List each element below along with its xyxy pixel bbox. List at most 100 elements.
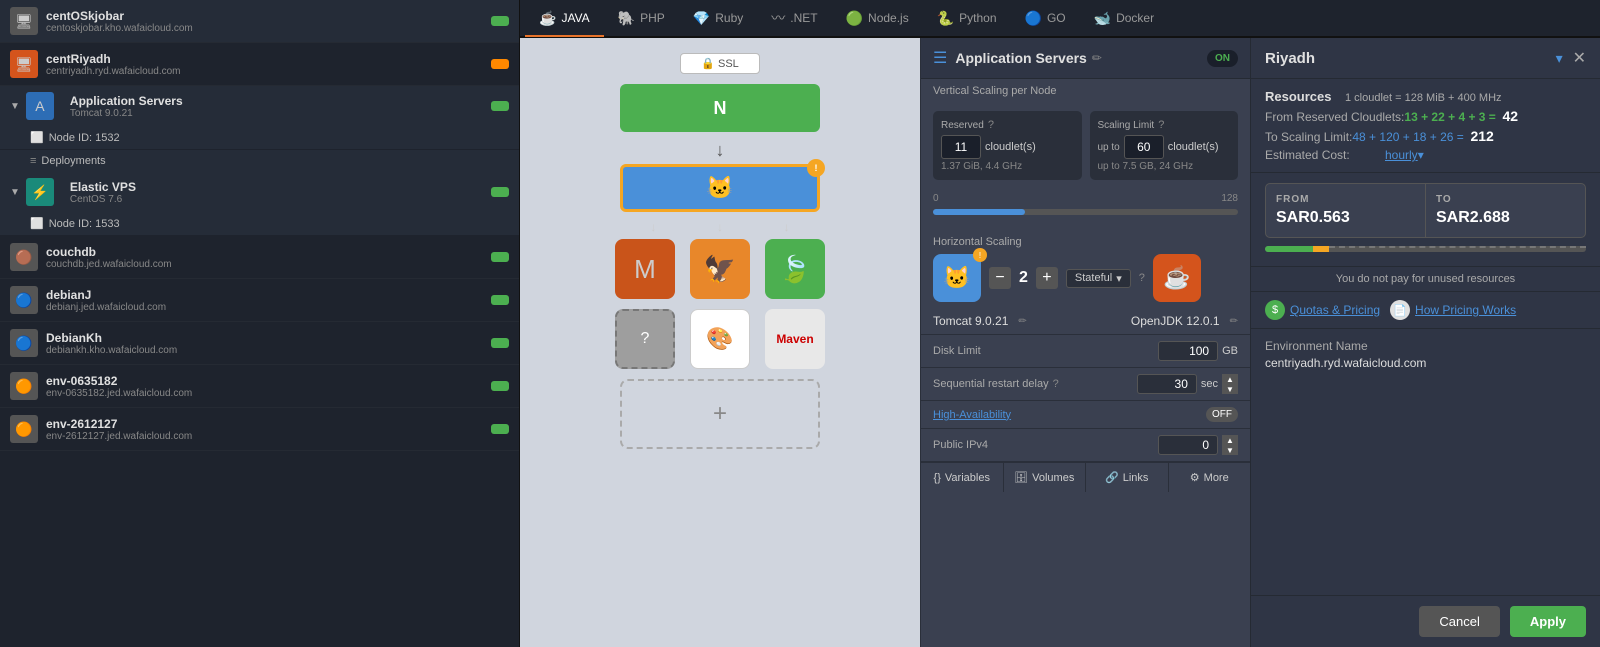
- decrement-button[interactable]: −: [989, 267, 1011, 289]
- how-pricing-link[interactable]: 📄 How Pricing Works: [1390, 300, 1516, 320]
- seq-up[interactable]: ▲: [1222, 374, 1238, 384]
- price-bar-yellow: [1313, 246, 1329, 252]
- tomcat-node[interactable]: 🐱 !: [620, 164, 820, 212]
- seq-restart-input[interactable]: [1137, 374, 1197, 394]
- variables-tab[interactable]: {} Variables: [921, 463, 1004, 492]
- stateful-dropdown[interactable]: Stateful ▾: [1066, 269, 1131, 288]
- config-panel: ☰ Application Servers ✏ ON Vertical Scal…: [920, 38, 1250, 647]
- dropdown-icon[interactable]: ▾: [1556, 50, 1563, 67]
- apply-button[interactable]: Apply: [1510, 606, 1586, 637]
- links-tab[interactable]: 🔗 Links: [1086, 463, 1169, 492]
- tab-dotnet[interactable]: 〰 .NET: [757, 0, 831, 38]
- tomcat-edit-icon[interactable]: ✏: [1018, 316, 1026, 327]
- edit-icon[interactable]: ✏: [1092, 51, 1102, 65]
- tab-python[interactable]: 🐍 Python: [923, 2, 1011, 37]
- node-id-1532-item[interactable]: ⬜ Node ID: 1532: [0, 126, 519, 150]
- tab-php[interactable]: 🐘 PHP: [604, 2, 679, 37]
- reserved-label: Reserved ?: [941, 119, 1074, 131]
- tab-ruby[interactable]: 💎 Ruby: [679, 2, 757, 37]
- scaling-limit-box: Scaling Limit ? up to cloudlet(s) up to …: [1090, 111, 1239, 180]
- ipv4-down[interactable]: ▼: [1222, 445, 1238, 455]
- tab-nodejs[interactable]: 🟢 Node.js: [832, 2, 923, 37]
- unused-note: You do not pay for unused resources: [1251, 267, 1600, 292]
- tab-java[interactable]: ☕ JAVA: [525, 2, 604, 37]
- deployments-icon: ≡: [30, 155, 36, 167]
- couchdb-domain: couchdb.jed.wafaicloud.com: [46, 259, 172, 270]
- config-header-icon: ☰: [933, 48, 947, 68]
- sidebar-item-couchdb[interactable]: 🟤 couchdb couchdb.jed.wafaicloud.com: [0, 236, 519, 279]
- ipv4-input[interactable]: [1158, 435, 1218, 455]
- python-icon: 🐍: [937, 10, 954, 27]
- app-servers-header[interactable]: ▼ A Application Servers Tomcat 9.0.21: [0, 86, 519, 126]
- mariadb-node[interactable]: M: [615, 239, 675, 299]
- glassfish-node[interactable]: 🦅: [690, 239, 750, 299]
- scaling-limit-value-row: up to cloudlet(s): [1098, 135, 1231, 159]
- software-row: Tomcat 9.0.21 ✏ OpenJDK 12.0.1 ✏: [921, 308, 1250, 335]
- sidebar-item-centriyadh[interactable]: 🖥 centRiyadh centriyadh.ryd.wafaicloud.c…: [0, 43, 519, 86]
- more-tab[interactable]: ⚙ More: [1169, 463, 1251, 492]
- sidebar-item-debiankh[interactable]: 🔵 DebianKh debiankh.kho.wafaicloud.com: [0, 322, 519, 365]
- from-reserved-math-text: 13 + 22 + 4 + 3 =: [1404, 110, 1495, 124]
- increment-button[interactable]: +: [1036, 267, 1058, 289]
- couchdb-name: couchdb: [46, 245, 172, 259]
- disk-limit-input[interactable]: [1158, 341, 1218, 361]
- add-node-maven[interactable]: Maven: [765, 309, 825, 369]
- sidebar-item-centoskjobar[interactable]: 🖥 centOSkjobar centoskjobar.kho.wafaiclo…: [0, 0, 519, 43]
- ha-label: High-Availability: [933, 409, 1206, 421]
- nginx-node[interactable]: N: [620, 84, 820, 132]
- price-section: FROM SAR0.563 TO SAR2.688: [1251, 173, 1600, 267]
- openjdk-edit-icon[interactable]: ✏: [1230, 316, 1238, 327]
- config-toggle[interactable]: ON: [1207, 50, 1238, 67]
- env-name-label: Environment Name: [1265, 339, 1586, 353]
- scaling-help-icon[interactable]: ?: [1158, 119, 1164, 131]
- cancel-button[interactable]: Cancel: [1419, 606, 1499, 637]
- slider-track[interactable]: [933, 209, 1238, 215]
- est-cost-period[interactable]: hourly: [1385, 148, 1418, 162]
- node-id-1533-item[interactable]: ⬜ Node ID: 1533: [0, 212, 519, 236]
- tab-go[interactable]: 🔵 GO: [1011, 2, 1080, 37]
- debianj-icon: 🔵: [10, 286, 38, 314]
- sidebar-name-centriyadh: centRiyadh: [46, 52, 181, 66]
- tab-docker-label: Docker: [1116, 11, 1154, 25]
- sidebar-item-env0635182[interactable]: 🟠 env-0635182 env-0635182.jed.wafaicloud…: [0, 365, 519, 408]
- seq-restart-row: Sequential restart delay ? sec ▲ ▼: [921, 368, 1250, 401]
- mongo-node[interactable]: 🍃: [765, 239, 825, 299]
- scaling-limit-input[interactable]: [1124, 135, 1164, 159]
- mongo-icon: 🍃: [779, 254, 811, 285]
- slider-fill: [933, 209, 1025, 215]
- seq-help-icon[interactable]: ?: [1053, 378, 1059, 390]
- java-icon: ☕: [539, 10, 556, 27]
- debiankh-icon: 🔵: [10, 329, 38, 357]
- nginx-icon: N: [702, 90, 738, 126]
- add-node-2[interactable]: 🎨: [690, 309, 750, 369]
- dropdown-arrow-est[interactable]: ▾: [1418, 148, 1424, 162]
- sidebar-item-env2612127[interactable]: 🟠 env-2612127 env-2612127.jed.wafaicloud…: [0, 408, 519, 451]
- close-button[interactable]: ✕: [1573, 48, 1586, 68]
- ipv4-stepper[interactable]: ▲ ▼: [1222, 435, 1238, 455]
- scaling-limit-label: Scaling Limit ?: [1098, 119, 1231, 131]
- quotas-label: Quotas & Pricing: [1290, 303, 1380, 317]
- volumes-tab[interactable]: 🗄 Volumes: [1004, 463, 1087, 492]
- deployments-item[interactable]: ≡ Deployments: [0, 150, 519, 172]
- quotas-pricing-link[interactable]: $ Quotas & Pricing: [1265, 300, 1380, 320]
- reserved-help-icon[interactable]: ?: [988, 119, 994, 131]
- ha-toggle[interactable]: OFF: [1206, 407, 1238, 422]
- ha-link[interactable]: High-Availability: [933, 409, 1011, 421]
- seq-stepper[interactable]: ▲ ▼: [1222, 374, 1238, 394]
- tab-docker[interactable]: 🐋 Docker: [1080, 2, 1168, 37]
- add-empty-node[interactable]: +: [620, 379, 820, 449]
- ipv4-up[interactable]: ▲: [1222, 435, 1238, 445]
- to-price-label: TO: [1436, 194, 1575, 205]
- add-node-1[interactable]: ?: [615, 309, 675, 369]
- stateful-help-icon[interactable]: ?: [1139, 272, 1145, 284]
- elastic-vps-header[interactable]: ▼ ⚡ Elastic VPS CentOS 7.6: [0, 172, 519, 212]
- bottom-tabs: {} Variables 🗄 Volumes 🔗 Links ⚙ More: [921, 462, 1250, 492]
- reserved-input[interactable]: [941, 135, 981, 159]
- seq-down[interactable]: ▼: [1222, 384, 1238, 394]
- volumes-label: Volumes: [1032, 472, 1074, 484]
- reserved-sublabel: 1.37 GiB, 4.4 GHz: [941, 161, 1074, 172]
- disk-limit-row: Disk Limit GB: [921, 335, 1250, 368]
- from-price-value: SAR0.563: [1276, 209, 1415, 227]
- to-scaling-row: To Scaling Limit: 48 + 120 + 18 + 26 = 2…: [1265, 128, 1586, 144]
- sidebar-item-debianj[interactable]: 🔵 debianJ debianj.jed.wafaicloud.com: [0, 279, 519, 322]
